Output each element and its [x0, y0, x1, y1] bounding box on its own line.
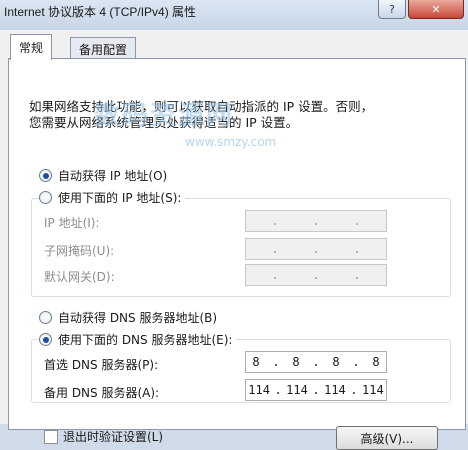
- ip-manual-label: 使用下面的 IP 地址(S):: [58, 191, 182, 205]
- preferred-dns-label: 首选 DNS 服务器(P):: [44, 358, 159, 372]
- dns-auto-radio[interactable]: 自动获得 DNS 服务器地址(B): [39, 309, 217, 326]
- octet: 8: [372, 355, 380, 369]
- ip-manual-radio[interactable]: 使用下面的 IP 地址(S):: [39, 189, 186, 206]
- dot: .: [312, 242, 320, 256]
- dot: .: [312, 214, 320, 228]
- dot: .: [312, 355, 320, 369]
- close-button[interactable]: ✕: [408, 0, 464, 19]
- dot: .: [353, 268, 361, 282]
- title-bar: Internet 协议版本 4 (TCP/IPv4) 属性 ? ✕: [0, 0, 468, 30]
- preferred-dns-field[interactable]: 8. 8. 8. 8: [245, 351, 387, 373]
- validate-checkbox[interactable]: [44, 430, 58, 444]
- general-panel: 如果网络支持此功能，则可以获取自动指派的 IP 设置。否则， 您需要从网络系统管…: [8, 58, 466, 450]
- dot: .: [312, 268, 320, 282]
- octet: 114: [362, 383, 384, 397]
- octet: 114: [248, 383, 270, 397]
- alternate-dns-label: 备用 DNS 服务器(A):: [44, 386, 160, 400]
- radio-unselected-icon: [39, 311, 52, 324]
- ip-address-field[interactable]: . . .: [245, 210, 387, 232]
- close-icon: ✕: [431, 2, 441, 16]
- radio-unselected-icon: [39, 191, 52, 204]
- dns-auto-label: 自动获得 DNS 服务器地址(B): [58, 311, 218, 325]
- advanced-button[interactable]: 高级(V)...: [336, 426, 438, 450]
- dot: .: [350, 383, 358, 397]
- dot: .: [353, 242, 361, 256]
- dot: .: [353, 214, 361, 228]
- octet: 114: [286, 383, 308, 397]
- watermark-url: www.smzy.com: [185, 135, 277, 149]
- help-button[interactable]: ?: [378, 0, 406, 19]
- octet: 8: [332, 355, 340, 369]
- radio-selected-icon: [39, 169, 52, 182]
- alternate-dns-field[interactable]: 114. 114. 114. 114: [245, 379, 387, 401]
- dot: .: [272, 355, 280, 369]
- tab-alternate-config[interactable]: 备用配置: [70, 37, 137, 60]
- default-gateway-field[interactable]: . . .: [245, 264, 387, 286]
- validate-label[interactable]: 退出时验证设置(L): [63, 428, 163, 445]
- radio-selected-icon: [39, 333, 52, 346]
- dns-manual-radio[interactable]: 使用下面的 DNS 服务器地址(E):: [39, 331, 237, 348]
- window-title: Internet 协议版本 4 (TCP/IPv4) 属性: [4, 5, 197, 19]
- watermark-logo: 数码资源网: [94, 101, 235, 131]
- dot: .: [352, 355, 360, 369]
- dot: .: [271, 242, 279, 256]
- octet: 114: [324, 383, 346, 397]
- dot: .: [271, 268, 279, 282]
- default-gateway-label: 默认网关(D):: [44, 270, 115, 284]
- ip-address-label: IP 地址(I):: [44, 216, 100, 230]
- dialog-body: 常规 备用配置 如果网络支持此功能，则可以获取自动指派的 IP 设置。否则， 您…: [0, 30, 468, 450]
- dot: .: [312, 383, 320, 397]
- help-icon: ?: [389, 2, 395, 16]
- octet: 8: [292, 355, 300, 369]
- dot: .: [274, 383, 282, 397]
- dns-manual-label: 使用下面的 DNS 服务器地址(E):: [58, 333, 233, 347]
- subnet-mask-label: 子网掩码(U):: [44, 244, 115, 258]
- subnet-mask-field[interactable]: . . .: [245, 238, 387, 260]
- ip-auto-radio[interactable]: 自动获得 IP 地址(O): [39, 167, 167, 184]
- octet: 8: [252, 355, 260, 369]
- ip-auto-label: 自动获得 IP 地址(O): [58, 169, 168, 183]
- tab-general[interactable]: 常规: [10, 34, 53, 60]
- dot: .: [271, 214, 279, 228]
